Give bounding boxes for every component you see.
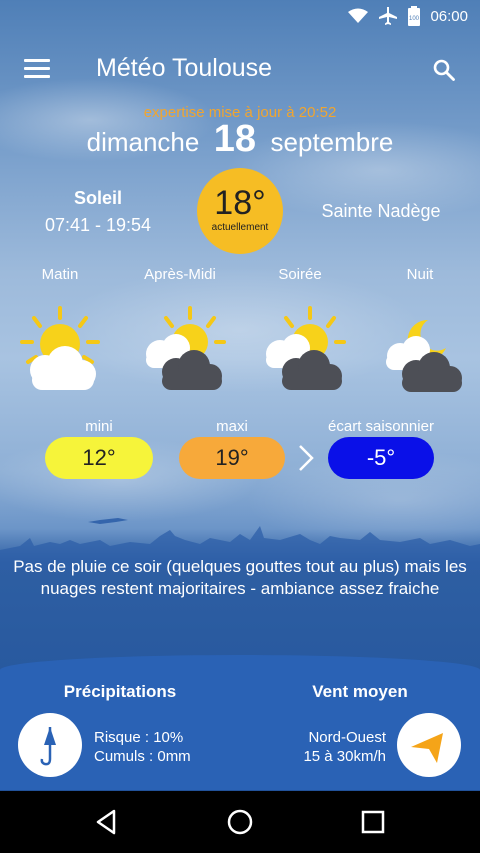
current-temp: 18° bbox=[214, 184, 266, 222]
wind-arrow-icon bbox=[411, 733, 443, 763]
wind-button[interactable] bbox=[397, 713, 461, 777]
mini-label: mini bbox=[85, 418, 113, 435]
search-icon[interactable] bbox=[432, 58, 456, 82]
precip-info: Risque : 10% Cumuls : 0mm bbox=[94, 728, 191, 766]
chevron-right-icon[interactable] bbox=[296, 443, 316, 473]
umbrella-button[interactable] bbox=[18, 713, 82, 777]
period-night[interactable]: Nuit bbox=[360, 266, 480, 392]
sun-hours: 07:41 - 19:54 bbox=[44, 215, 152, 235]
back-icon[interactable] bbox=[90, 805, 124, 839]
recents-icon[interactable] bbox=[356, 805, 390, 839]
month-name: septembre bbox=[270, 127, 394, 157]
sun-dark-cloud-icon bbox=[266, 306, 346, 390]
current-temp-label: actuellement bbox=[211, 222, 269, 233]
sun-label: Soleil bbox=[73, 188, 122, 208]
forecast-summary: Pas de pluie ce soir (quelques gouttes t… bbox=[13, 557, 467, 598]
sun-times: Soleil 07:41 - 19:54 bbox=[0, 188, 196, 236]
airplane-icon bbox=[379, 7, 398, 25]
menu-icon bbox=[24, 59, 50, 62]
wind-direction: Nord-Ouest bbox=[308, 729, 386, 746]
wind-info: Nord-Ouest 15 à 30km/h bbox=[303, 728, 386, 766]
period-morning[interactable]: Matin bbox=[0, 266, 120, 390]
day-periods: Matin Après-Midi Soirée Nuit bbox=[0, 266, 480, 406]
wind-title: Vent moyen bbox=[312, 682, 408, 701]
navigation-bar bbox=[0, 791, 480, 853]
precip-risk: Risque : 10% bbox=[94, 729, 184, 746]
app-title: Météo Toulouse bbox=[96, 54, 273, 82]
min-temp-pill[interactable]: 12° bbox=[45, 437, 153, 479]
precip-title: Précipitations bbox=[63, 682, 177, 701]
saint-of-day: Sainte Nadège bbox=[321, 201, 441, 221]
moon-dark-cloud-icon bbox=[386, 319, 462, 392]
clock: 06:00 bbox=[430, 7, 468, 25]
precip-cumul: Cumuls : 0mm bbox=[94, 748, 191, 765]
sun-cloud-icon bbox=[20, 306, 100, 390]
wind-speed: 15 à 30km/h bbox=[303, 748, 386, 765]
period-label: Après-Midi bbox=[144, 266, 216, 283]
wifi-icon bbox=[348, 8, 369, 23]
period-afternoon[interactable]: Après-Midi bbox=[120, 266, 240, 390]
period-label: Matin bbox=[41, 266, 79, 283]
status-bar: 100 06:00 bbox=[0, 0, 480, 34]
battery-icon: 100 bbox=[408, 6, 421, 26]
period-evening[interactable]: Soirée bbox=[240, 266, 360, 390]
ecart-label: écart saisonnier bbox=[328, 418, 434, 435]
max-temp-pill[interactable]: 19° bbox=[179, 437, 285, 479]
umbrella-icon bbox=[40, 727, 56, 766]
period-label: Soirée bbox=[278, 266, 322, 283]
period-label: Nuit bbox=[406, 266, 434, 283]
maxi-label: maxi bbox=[216, 418, 248, 435]
home-icon[interactable] bbox=[223, 805, 257, 839]
date-heading: dimanche 18 septembre bbox=[0, 118, 480, 161]
svg-text:100: 100 bbox=[409, 16, 420, 22]
sun-dark-cloud-icon bbox=[146, 306, 226, 390]
app-bar: Météo Toulouse bbox=[0, 44, 480, 96]
menu-button[interactable] bbox=[24, 59, 50, 81]
current-temp-badge[interactable]: 18° actuellement bbox=[197, 168, 283, 254]
day-name: dimanche bbox=[86, 127, 200, 157]
seasonal-deviation-pill[interactable]: -5° bbox=[328, 437, 434, 479]
day-number: 18 bbox=[213, 118, 257, 160]
